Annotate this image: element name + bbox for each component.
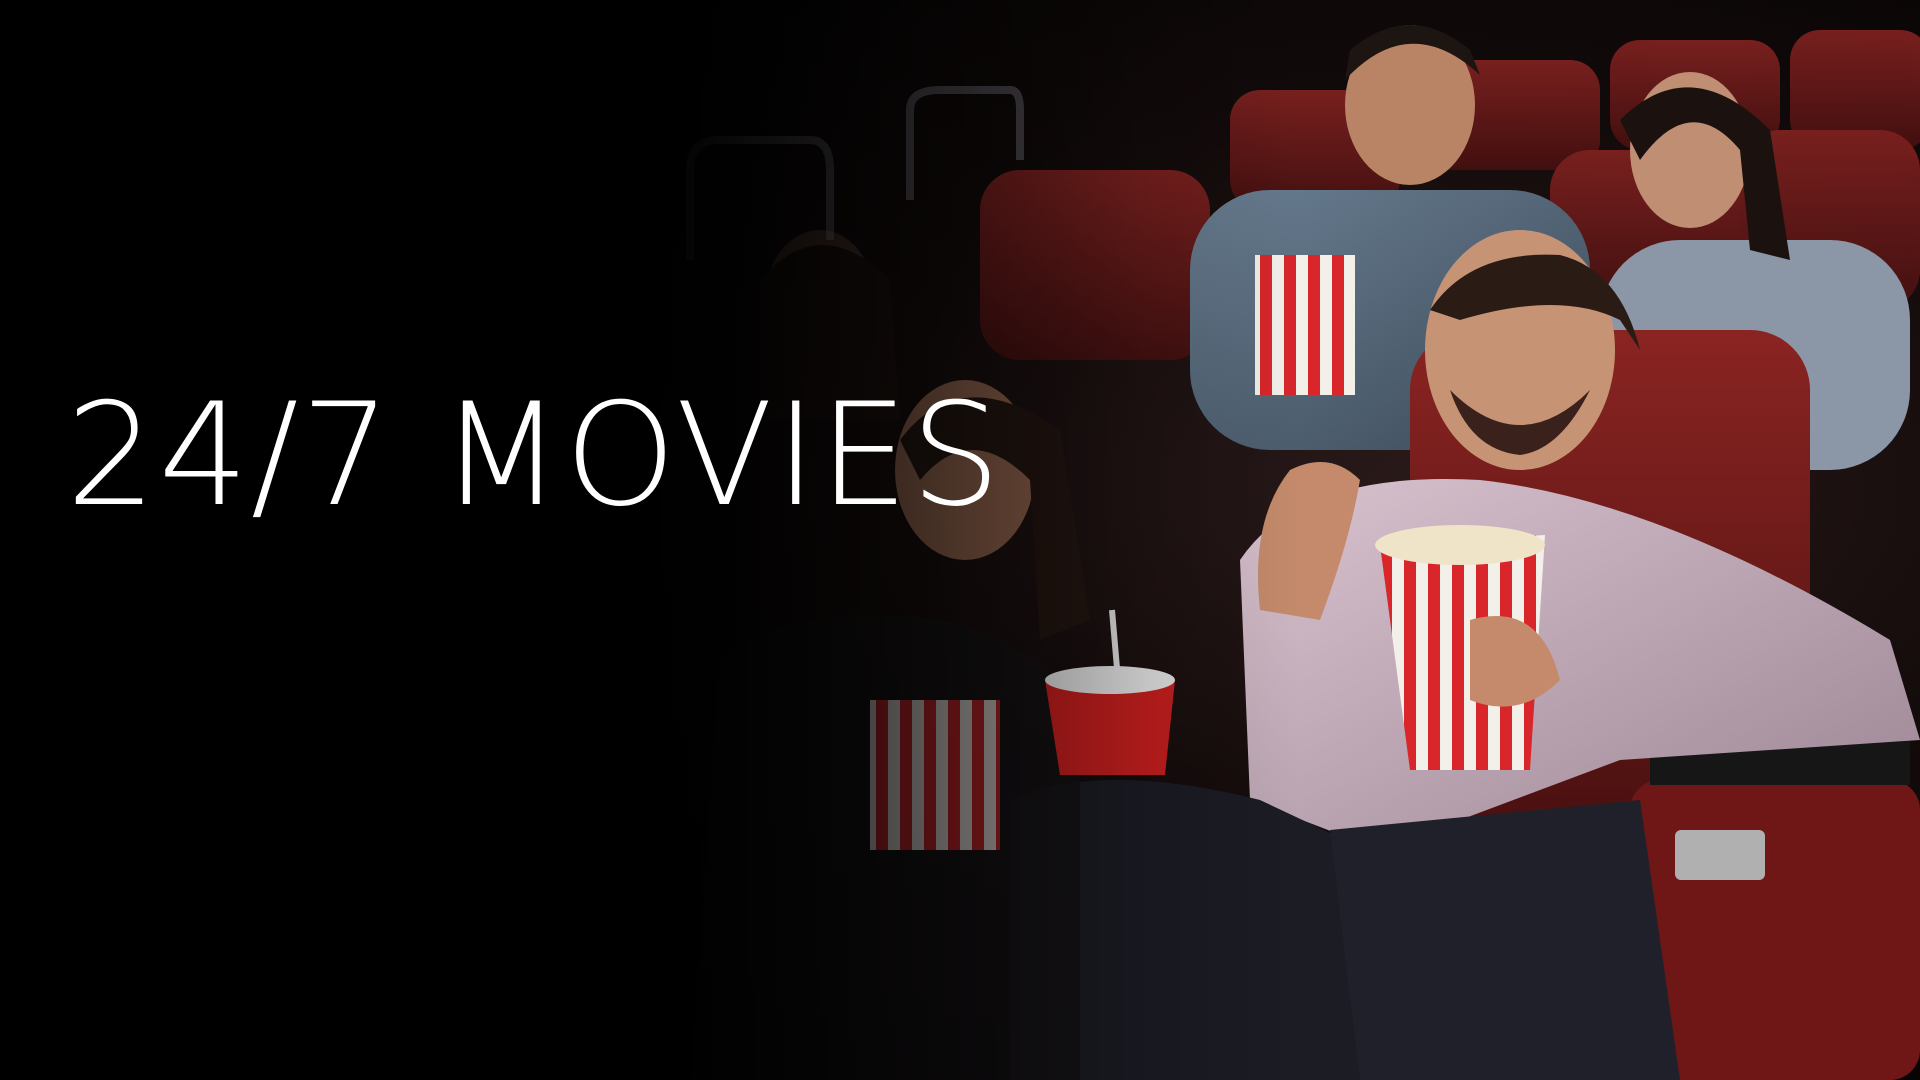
hero-banner: 24/7 MOVIES xyxy=(0,0,1920,1080)
hero-title: 24/7 MOVIES xyxy=(66,373,1003,538)
left-dark-overlay xyxy=(0,0,1920,1080)
